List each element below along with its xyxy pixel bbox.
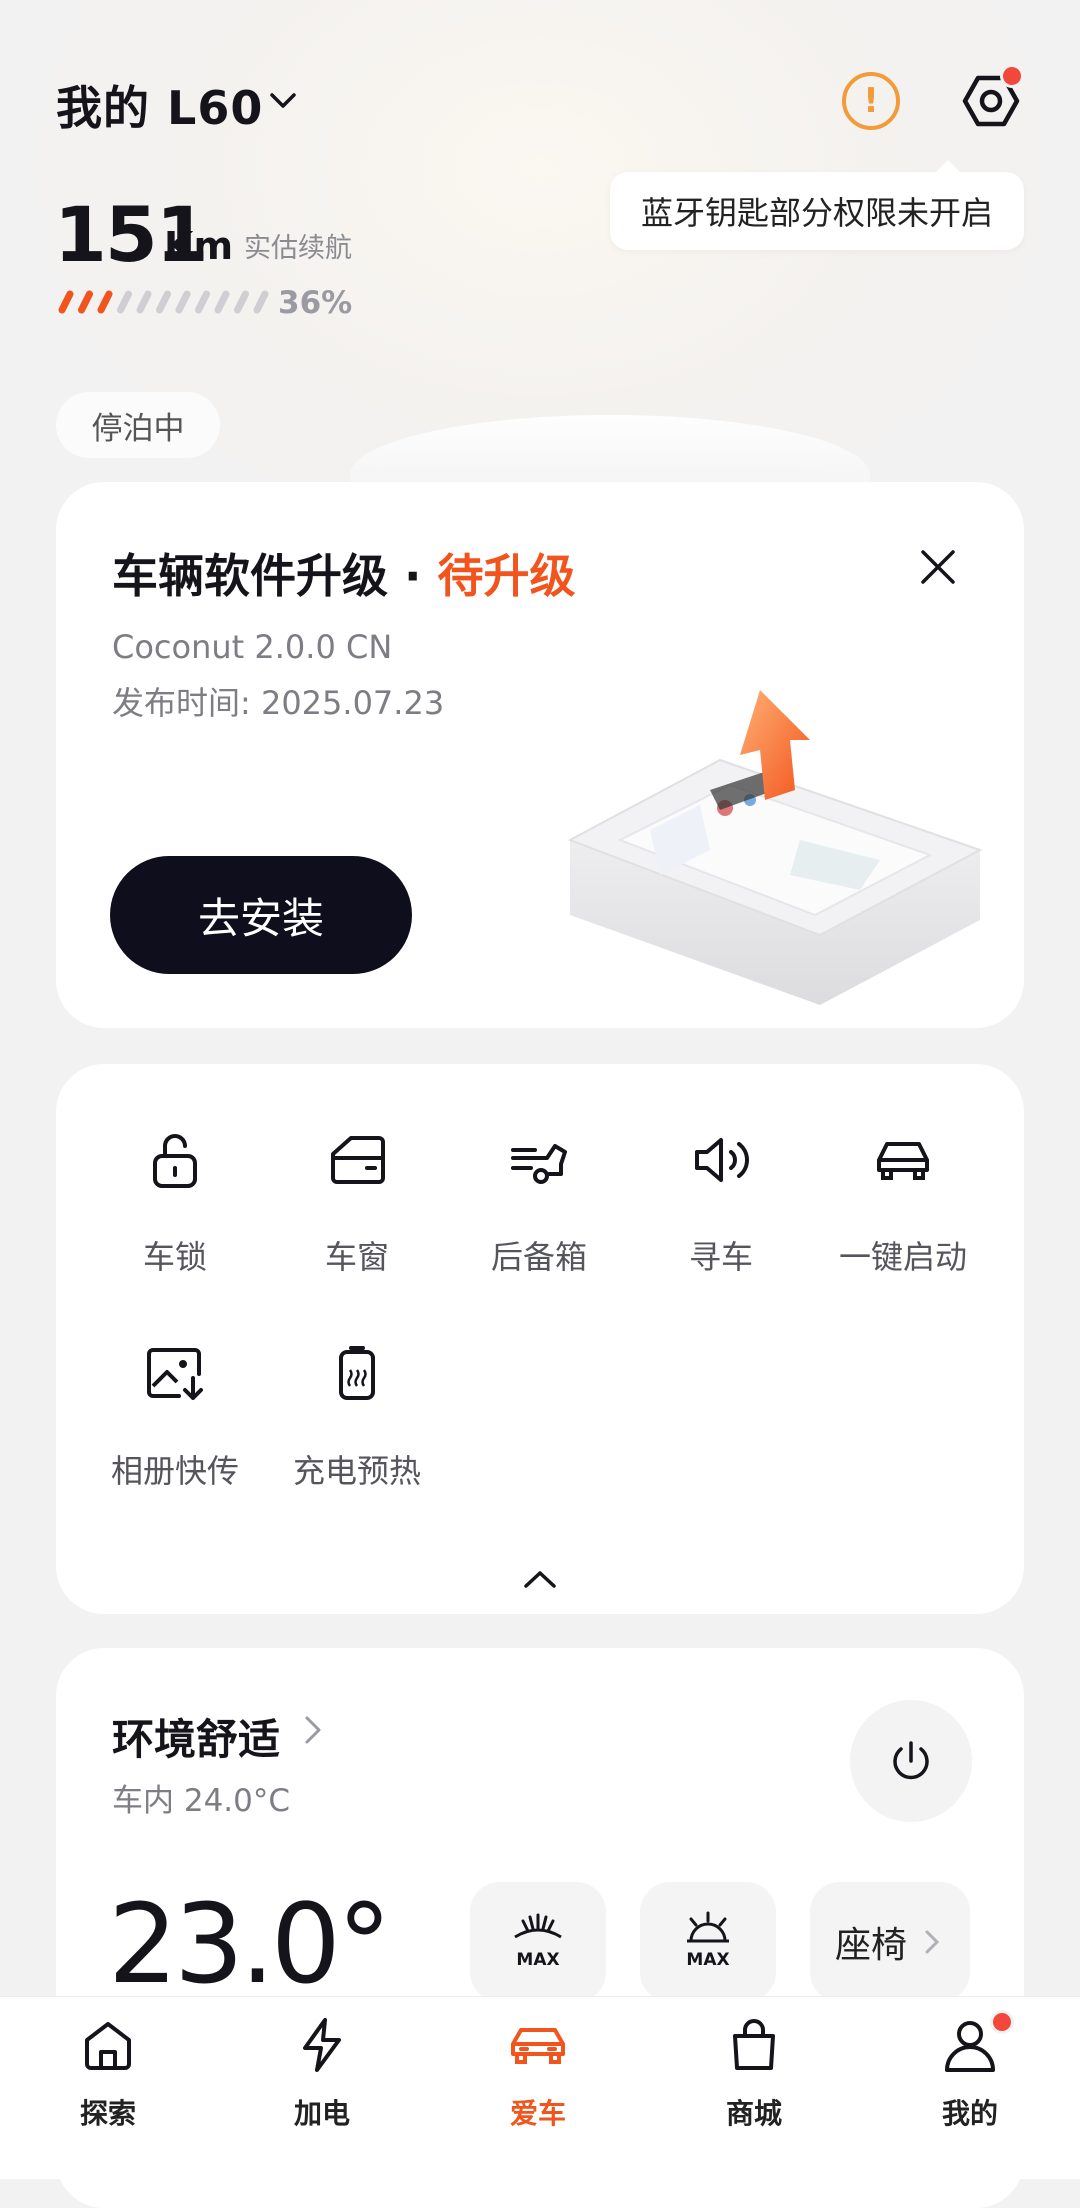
control-trunk[interactable]: 后备箱 <box>448 1128 630 1278</box>
alert-circle-icon[interactable]: ! <box>842 72 900 130</box>
settings-button[interactable] <box>960 64 1024 132</box>
battery-segment-empty <box>156 290 171 314</box>
control-window[interactable]: 车窗 <box>266 1128 448 1278</box>
battery-segment-empty <box>253 290 269 314</box>
battery-heat-icon <box>339 1346 375 1400</box>
car-selector-title[interactable]: 我的 L60 <box>56 72 263 138</box>
seat-label: 座椅 <box>834 1925 907 1966</box>
control-label: 充电预热 <box>292 1452 421 1490</box>
battery-segment-filled <box>58 290 74 314</box>
tab-profile[interactable]: 我的 <box>900 2010 1040 2132</box>
shopping-bag-icon <box>733 2019 775 2070</box>
upgrade-version: Coconut 2.0.0 CN <box>112 628 393 666</box>
chevron-right-icon[interactable] <box>300 1712 326 1748</box>
window-icon <box>331 1136 385 1184</box>
control-label: 寻车 <box>688 1238 753 1276</box>
rear-defrost-button[interactable]: MAX <box>640 1882 776 2002</box>
battery-segment-empty <box>117 290 132 314</box>
control-label: 相册快传 <box>110 1452 239 1490</box>
control-one-click-start[interactable]: 一键启动 <box>812 1128 994 1278</box>
photo-transfer-icon <box>147 1348 203 1400</box>
lock-icon <box>153 1134 197 1188</box>
notification-dot <box>990 2010 1014 2034</box>
upgrade-title-text: 车辆软件升级 · <box>112 549 438 603</box>
control-lock[interactable]: 车锁 <box>84 1128 266 1278</box>
bluetooth-key-tooltip[interactable]: 蓝牙钥匙部分权限未开启 <box>610 160 1024 250</box>
chevron-right-icon <box>925 1930 940 1954</box>
inside-temperature: 车内 24.0°C <box>112 1783 291 1819</box>
tab-label: 探索 <box>79 2097 136 2130</box>
control-label: 车窗 <box>324 1238 389 1276</box>
chevron-down-icon[interactable] <box>268 88 298 114</box>
tab-label: 爱车 <box>509 2097 566 2130</box>
tab-explore[interactable]: 探索 <box>38 2014 178 2132</box>
front-defrost-button[interactable]: MAX <box>470 1882 606 2002</box>
tab-my-car[interactable]: 爱车 <box>468 2014 608 2132</box>
upgrade-state: 待升级 <box>437 549 576 603</box>
battery-segment-empty <box>195 290 210 314</box>
rear-defrost-label: MAX <box>686 1950 729 1970</box>
tab-label: 商城 <box>725 2097 782 2130</box>
front-defrost-icon: MAX <box>514 1913 562 1970</box>
upgrade-release-date: 发布时间: 2025.07.23 <box>112 684 445 722</box>
control-label: 车锁 <box>142 1238 207 1276</box>
comfort-title[interactable]: 环境舒适 <box>112 1706 280 1767</box>
chevron-up-icon[interactable] <box>520 1566 560 1592</box>
seat-button[interactable]: 座椅 <box>810 1882 970 2002</box>
control-find-car[interactable]: 寻车 <box>630 1128 812 1278</box>
control-charge-preheat[interactable]: 充电预热 <box>266 1342 448 1492</box>
status-badge: 停泊中 <box>56 392 220 458</box>
notification-dot <box>1000 64 1024 88</box>
upgrade-title: 车辆软件升级 · 待升级 <box>112 540 576 606</box>
power-icon <box>893 1741 929 1780</box>
close-icon[interactable] <box>915 544 961 590</box>
range-label: 实估续航 <box>244 233 352 264</box>
control-label: 一键启动 <box>838 1238 967 1276</box>
car-start-icon <box>877 1142 929 1180</box>
rear-defrost-icon: MAX <box>686 1911 730 1970</box>
set-temperature: 23.0° <box>108 1880 392 2008</box>
tab-label: 我的 <box>941 2097 998 2130</box>
install-button[interactable]: 去安装 <box>110 856 412 974</box>
control-photo-transfer[interactable]: 相册快传 <box>84 1342 266 1492</box>
battery-level-bar <box>58 290 269 314</box>
battery-segment-filled <box>97 290 113 314</box>
tab-shop[interactable]: 商城 <box>684 2014 824 2132</box>
horn-icon <box>695 1138 749 1182</box>
range-unit: Km <box>164 224 234 268</box>
battery-segment-empty <box>136 290 152 314</box>
control-label: 后备箱 <box>490 1238 587 1276</box>
battery-segment-filled <box>78 290 93 314</box>
tab-charging[interactable]: 加电 <box>252 2014 392 2132</box>
tab-label: 加电 <box>293 2097 350 2130</box>
car-icon <box>511 2028 565 2064</box>
battery-percent: 36% <box>278 285 353 321</box>
battery-segment-empty <box>214 290 230 314</box>
climate-power-button[interactable] <box>850 1700 972 1822</box>
trunk-icon <box>511 1144 567 1184</box>
battery-segment-empty <box>175 290 191 314</box>
upgrade-illustration <box>567 690 983 1005</box>
lightning-icon <box>303 2018 341 2072</box>
battery-segment-empty <box>234 290 249 314</box>
front-defrost-label: MAX <box>516 1950 559 1970</box>
home-icon <box>85 2022 131 2070</box>
